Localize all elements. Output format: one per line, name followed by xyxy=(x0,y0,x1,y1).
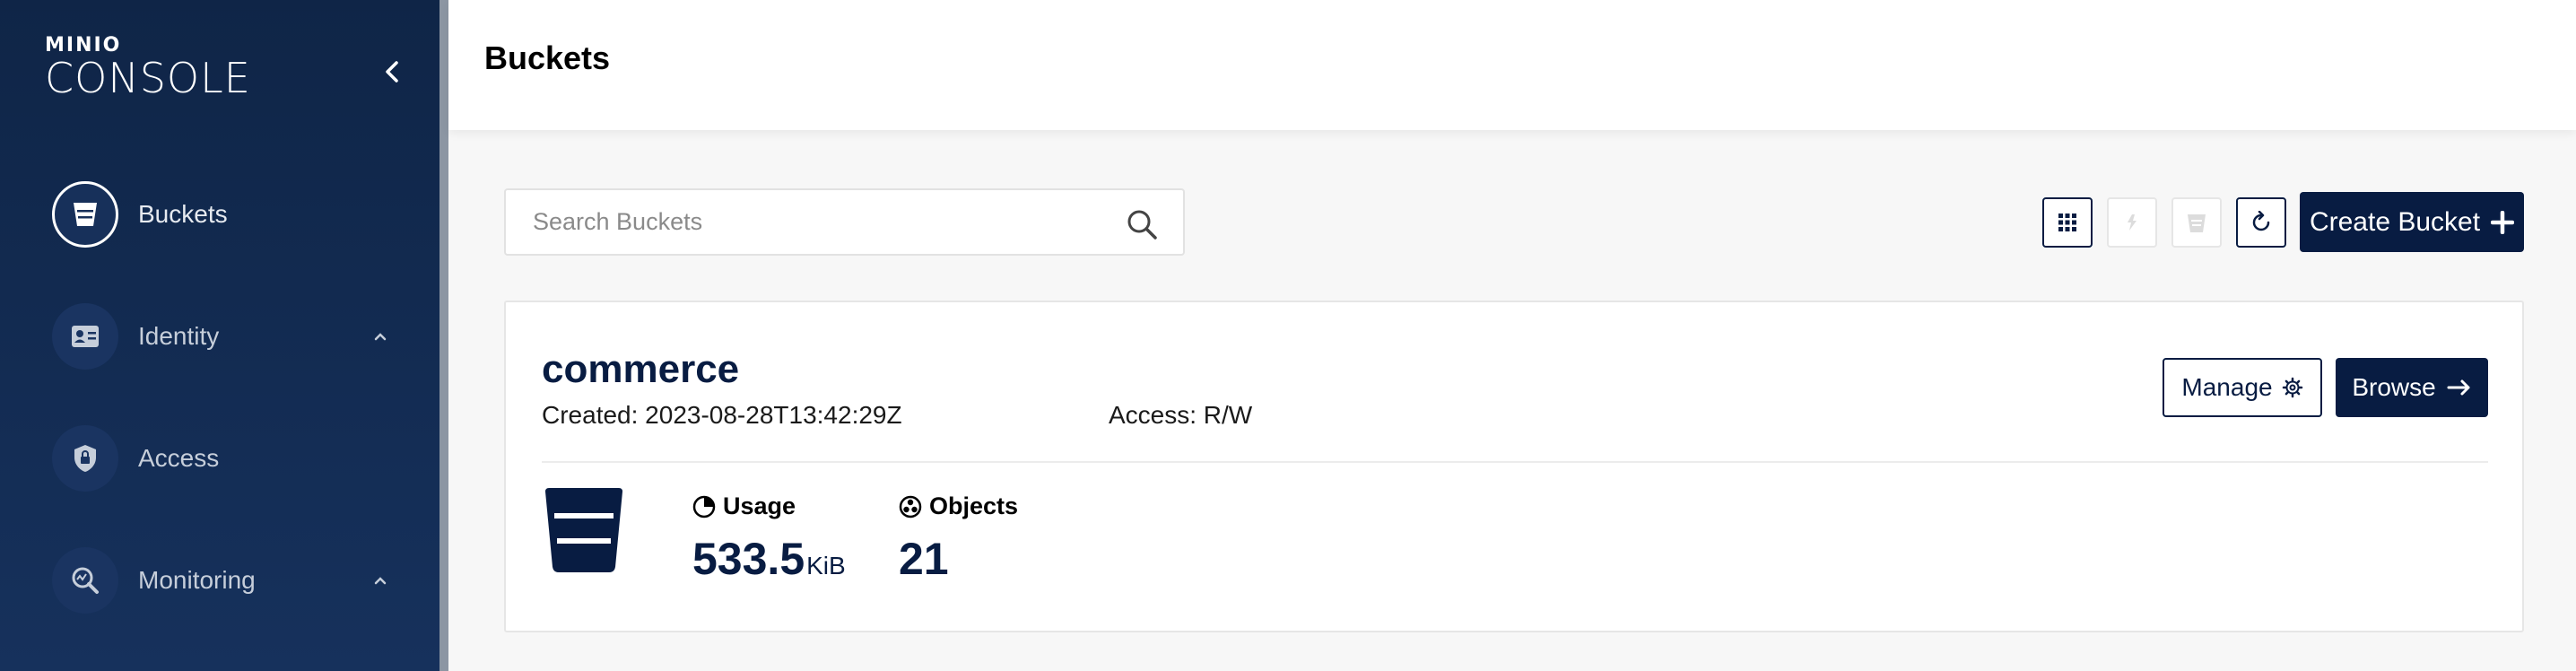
sidebar-item-label: Buckets xyxy=(138,200,228,228)
shield-lock-icon xyxy=(52,425,118,492)
objects-stat: Objects 21 xyxy=(899,492,1018,585)
usage-value: 533.5 xyxy=(692,534,805,584)
page-header: Buckets xyxy=(448,0,2576,130)
monitor-search-icon xyxy=(52,547,118,614)
pie-chart-icon xyxy=(692,495,716,518)
bucket-name[interactable]: commerce xyxy=(542,347,739,392)
chevron-left-icon xyxy=(386,61,398,83)
delete-bucket-icon xyxy=(2188,214,2206,232)
usage-label: Usage xyxy=(723,492,796,519)
bucket-icon xyxy=(545,488,622,572)
browse-bucket-button[interactable]: Browse xyxy=(2336,358,2488,417)
bucket-icon xyxy=(52,181,118,248)
logo-brand: MINIO xyxy=(45,34,122,57)
manage-bucket-button[interactable]: Manage xyxy=(2163,358,2322,417)
sidebar-item-label: Monitoring xyxy=(138,566,256,594)
plus-icon xyxy=(2491,210,2515,234)
sidebar-item-identity[interactable]: Identity xyxy=(0,287,439,386)
sidebar-item-label: Identity xyxy=(138,322,220,350)
sidebar-item-monitoring[interactable]: Monitoring xyxy=(0,531,439,630)
create-bucket-label: Create Bucket xyxy=(2309,206,2481,237)
sidebar-item-label: Access xyxy=(138,444,220,472)
set-replication-button[interactable] xyxy=(2107,197,2157,248)
search-input[interactable] xyxy=(533,190,1107,254)
manage-label: Manage xyxy=(2181,373,2273,401)
toggle-view-button[interactable] xyxy=(2042,197,2093,248)
objects-icon xyxy=(899,495,922,518)
search-bar xyxy=(504,188,1185,256)
replication-icon xyxy=(2128,214,2137,231)
chevron-up-icon[interactable] xyxy=(370,326,391,347)
id-card-icon xyxy=(52,303,118,370)
objects-label: Objects xyxy=(929,492,1019,519)
sidebar-resize-handle[interactable] xyxy=(439,0,448,671)
refresh-icon xyxy=(2252,211,2270,231)
search-icon[interactable] xyxy=(1126,208,1158,240)
chevron-up-icon[interactable] xyxy=(370,570,391,591)
sidebar-item-access[interactable]: Access xyxy=(0,409,439,508)
usage-unit: KiB xyxy=(806,552,846,580)
arrow-right-icon xyxy=(2447,379,2470,396)
page-title: Buckets xyxy=(484,39,611,76)
collapse-sidebar-button[interactable] xyxy=(377,56,409,88)
refresh-button[interactable] xyxy=(2236,197,2286,248)
bucket-created-date: Created: 2023-08-28T13:42:29Z xyxy=(542,401,902,429)
objects-value: 21 xyxy=(899,534,949,584)
bucket-card[interactable]: commerce Created: 2023-08-28T13:42:29Z A… xyxy=(504,301,2524,632)
minio-console-logo[interactable]: MINIO CONSOLE xyxy=(45,34,251,102)
bucket-access: Access: R/W xyxy=(1109,401,1253,429)
create-bucket-button[interactable]: Create Bucket xyxy=(2300,192,2524,252)
sidebar-item-buckets[interactable]: Buckets xyxy=(0,165,439,264)
logo-product: CONSOLE xyxy=(45,54,251,102)
usage-stat: Usage 533.5KiB xyxy=(692,492,846,585)
gear-icon xyxy=(2282,377,2302,398)
card-divider xyxy=(542,461,2488,463)
grid-icon xyxy=(2058,214,2076,231)
sidebar: MINIO CONSOLE Buckets Identity Access Mo… xyxy=(0,0,439,671)
browse-label: Browse xyxy=(2352,373,2436,401)
delete-buckets-button[interactable] xyxy=(2171,197,2222,248)
